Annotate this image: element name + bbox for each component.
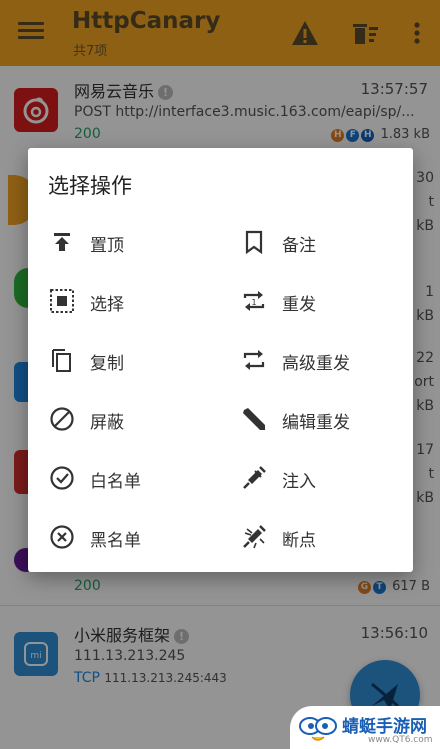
breakpoint-icon [243, 525, 266, 549]
option-label: 编辑重发 [282, 413, 350, 433]
option-label: 重发 [282, 295, 316, 315]
option-advanced-resend[interactable]: 高级重发 [240, 340, 420, 380]
option-edit-resend[interactable]: 编辑重发 [240, 399, 420, 439]
option-select[interactable]: 选择 [48, 281, 228, 321]
watermark-url: www.QT6.com [368, 735, 433, 745]
block-icon [50, 407, 74, 431]
svg-text:1: 1 [251, 298, 256, 307]
option-label: 注入 [282, 472, 316, 492]
option-whitelist[interactable]: 白名单 [48, 458, 228, 498]
dialog-title: 选择操作 [48, 174, 132, 198]
option-resend[interactable]: 1 重发 [240, 281, 420, 321]
option-label: 断点 [282, 531, 316, 551]
option-label: 置顶 [90, 236, 124, 256]
option-label: 白名单 [90, 472, 141, 492]
option-label: 黑名单 [90, 531, 141, 551]
option-block[interactable]: 屏蔽 [48, 399, 228, 439]
edit-resend-icon [243, 408, 265, 430]
option-blacklist[interactable]: 黑名单 [48, 517, 228, 557]
watermark-logo: 蜻蜓手游网 www.QT6.com [290, 706, 440, 749]
blacklist-icon [50, 525, 74, 549]
inject-icon [243, 466, 266, 489]
select-action-dialog: 选择操作 置顶 选择 复制 屏蔽 白名单 黑名单 备注 1 重发 高级重发 编辑… [28, 148, 413, 572]
resend-icon: 1 [243, 291, 265, 311]
pin-top-icon [54, 233, 70, 251]
option-breakpoint[interactable]: 断点 [240, 517, 420, 557]
copy-icon [52, 349, 71, 372]
option-label: 选择 [90, 295, 124, 315]
option-label: 高级重发 [282, 354, 350, 374]
option-label: 备注 [282, 236, 316, 256]
watermark-text: 蜻蜓手游网 [342, 717, 427, 737]
select-icon [50, 289, 74, 313]
whitelist-icon [50, 466, 74, 490]
bookmark-icon [245, 230, 263, 255]
option-pin-top[interactable]: 置顶 [48, 222, 228, 262]
option-inject[interactable]: 注入 [240, 458, 420, 498]
option-copy[interactable]: 复制 [48, 340, 228, 380]
advanced-resend-icon [243, 350, 265, 370]
option-note[interactable]: 备注 [240, 222, 420, 262]
option-label: 屏蔽 [90, 413, 124, 433]
dragonfly-logo-icon [299, 717, 337, 741]
option-label: 复制 [90, 354, 124, 374]
